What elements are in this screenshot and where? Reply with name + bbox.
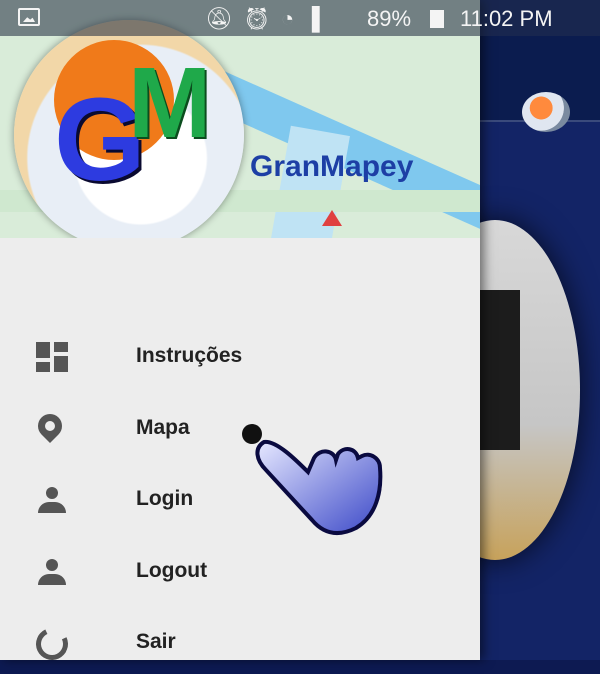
app-name: GranMapey bbox=[250, 150, 414, 183]
menu-item-sair[interactable]: Sair bbox=[0, 614, 480, 674]
logo-letter-m: M bbox=[128, 47, 212, 159]
alarm-icon: ⏰︎ bbox=[242, 6, 281, 31]
exit-icon bbox=[31, 623, 73, 665]
menu-item-instrucoes[interactable]: Instruções bbox=[0, 328, 480, 388]
person-icon bbox=[34, 485, 70, 515]
map-marker-icon bbox=[322, 210, 342, 226]
navigation-drawer: G M GranMapey Instruções Mapa Login Logo… bbox=[0, 0, 480, 665]
menu-item-label: Sair bbox=[136, 630, 176, 653]
status-icons: 🔕︎⏰︎◔▐ bbox=[205, 6, 330, 32]
app-logo: G M bbox=[14, 20, 244, 238]
place-icon bbox=[33, 409, 67, 443]
dashboard-icon bbox=[34, 342, 70, 372]
battery-icon bbox=[430, 10, 444, 28]
status-bar: 🔕︎⏰︎◔▐ 89% 11:02 PM bbox=[0, 0, 600, 36]
person-icon bbox=[34, 557, 70, 587]
mute-icon: 🔕︎ bbox=[205, 6, 243, 31]
menu-item-label: Mapa bbox=[136, 416, 190, 439]
signal-icon: ▐ bbox=[304, 6, 330, 31]
battery-percent: 89% bbox=[367, 6, 412, 31]
pointing-hand-icon bbox=[242, 424, 383, 536]
image-icon bbox=[18, 8, 40, 26]
menu-item-label: Instruções bbox=[136, 344, 243, 367]
wifi-icon: ◔ bbox=[280, 6, 305, 31]
help-avatar-icon[interactable] bbox=[522, 92, 570, 132]
menu-item-label: Logout bbox=[136, 559, 208, 582]
menu-item-label: Login bbox=[136, 487, 194, 510]
clock: 11:02 PM bbox=[460, 6, 553, 31]
menu-item-logout[interactable]: Logout bbox=[0, 543, 480, 603]
